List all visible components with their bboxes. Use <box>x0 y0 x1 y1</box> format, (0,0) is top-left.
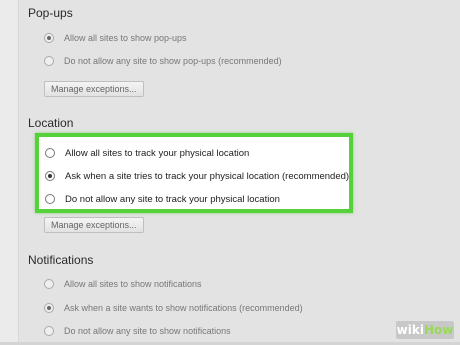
radio-unselected-icon[interactable] <box>44 326 54 336</box>
location-option-block[interactable]: Do not allow any site to track your phys… <box>45 191 280 207</box>
location-option-allow-label: Allow all sites to track your physical l… <box>65 147 250 159</box>
popups-manage-exceptions-button[interactable]: Manage exceptions... <box>44 81 144 97</box>
radio-selected-icon[interactable] <box>45 171 55 181</box>
notifications-option-block-label: Do not allow any site to show notificati… <box>64 326 231 336</box>
notifications-section-title: Notifications <box>28 253 94 267</box>
popups-option-allow[interactable]: Allow all sites to show pop-ups <box>44 30 187 46</box>
radio-unselected-icon[interactable] <box>44 56 54 66</box>
radio-unselected-icon[interactable] <box>45 194 55 204</box>
radio-selected-icon[interactable] <box>44 303 54 313</box>
popups-section-title: Pop-ups <box>28 6 73 20</box>
popups-option-block[interactable]: Do not allow any site to show pop-ups (r… <box>44 53 282 69</box>
radio-selected-icon[interactable] <box>44 33 54 43</box>
location-options-highlight: Allow all sites to track your physical l… <box>35 133 353 213</box>
location-option-block-label: Do not allow any site to track your phys… <box>65 193 280 205</box>
location-section-title: Location <box>28 116 74 130</box>
popups-option-allow-label: Allow all sites to show pop-ups <box>64 33 187 43</box>
notifications-option-allow-label: Allow all sites to show notifications <box>64 279 202 289</box>
notifications-option-allow[interactable]: Allow all sites to show notifications <box>44 276 202 292</box>
radio-unselected-icon[interactable] <box>44 279 54 289</box>
watermark-how-text: How <box>423 323 454 337</box>
radio-unselected-icon[interactable] <box>45 148 55 158</box>
location-option-ask[interactable]: Ask when a site tries to track your phys… <box>45 168 349 184</box>
left-sidebar-edge <box>0 0 19 345</box>
notifications-option-block[interactable]: Do not allow any site to show notificati… <box>44 323 231 339</box>
notifications-option-ask[interactable]: Ask when a site wants to show notificati… <box>44 300 303 316</box>
notifications-option-ask-label: Ask when a site wants to show notificati… <box>64 303 303 313</box>
location-manage-exceptions-button[interactable]: Manage exceptions... <box>44 217 144 233</box>
location-option-allow[interactable]: Allow all sites to track your physical l… <box>45 145 249 161</box>
popups-option-block-label: Do not allow any site to show pop-ups (r… <box>64 56 282 66</box>
location-option-ask-label: Ask when a site tries to track your phys… <box>65 170 350 182</box>
wikihow-watermark-logo: wiki How <box>396 321 454 339</box>
watermark-wiki-text: wiki <box>396 323 424 337</box>
